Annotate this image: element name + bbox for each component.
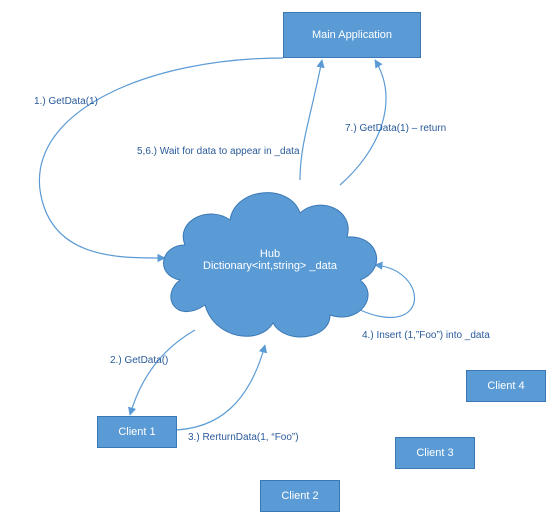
node-main-application: Main Application bbox=[283, 12, 421, 58]
edge-step56 bbox=[300, 60, 322, 180]
node-client-2-label: Client 2 bbox=[281, 490, 318, 502]
node-client-4-label: Client 4 bbox=[487, 380, 524, 392]
node-client-1: Client 1 bbox=[97, 416, 177, 448]
label-step7: 7.) GetData(1) – return bbox=[345, 123, 446, 134]
label-step1: 1.) GetData(1) bbox=[34, 96, 98, 107]
diagram-canvas: Main Application Hub Dictionary<int,stri… bbox=[0, 0, 546, 512]
node-client-1-label: Client 1 bbox=[118, 426, 155, 438]
label-step56: 5,6.) Wait for data to appear in _data bbox=[137, 146, 300, 157]
node-client-3: Client 3 bbox=[395, 437, 475, 469]
label-step3: 3.) RerturnData(1, “Foo”) bbox=[188, 432, 299, 443]
node-main-application-label: Main Application bbox=[312, 29, 392, 41]
node-hub: Hub Dictionary<int,string> _data bbox=[155, 175, 385, 345]
label-step2: 2.) GetData() bbox=[110, 355, 168, 366]
label-step4: 4.) Insert (1,”Foo”) into _data bbox=[362, 330, 490, 341]
node-client-2: Client 2 bbox=[260, 480, 340, 512]
edge-step3 bbox=[165, 345, 265, 430]
node-client-3-label: Client 3 bbox=[416, 447, 453, 459]
node-client-4: Client 4 bbox=[466, 370, 546, 402]
cloud-shape bbox=[155, 175, 385, 345]
